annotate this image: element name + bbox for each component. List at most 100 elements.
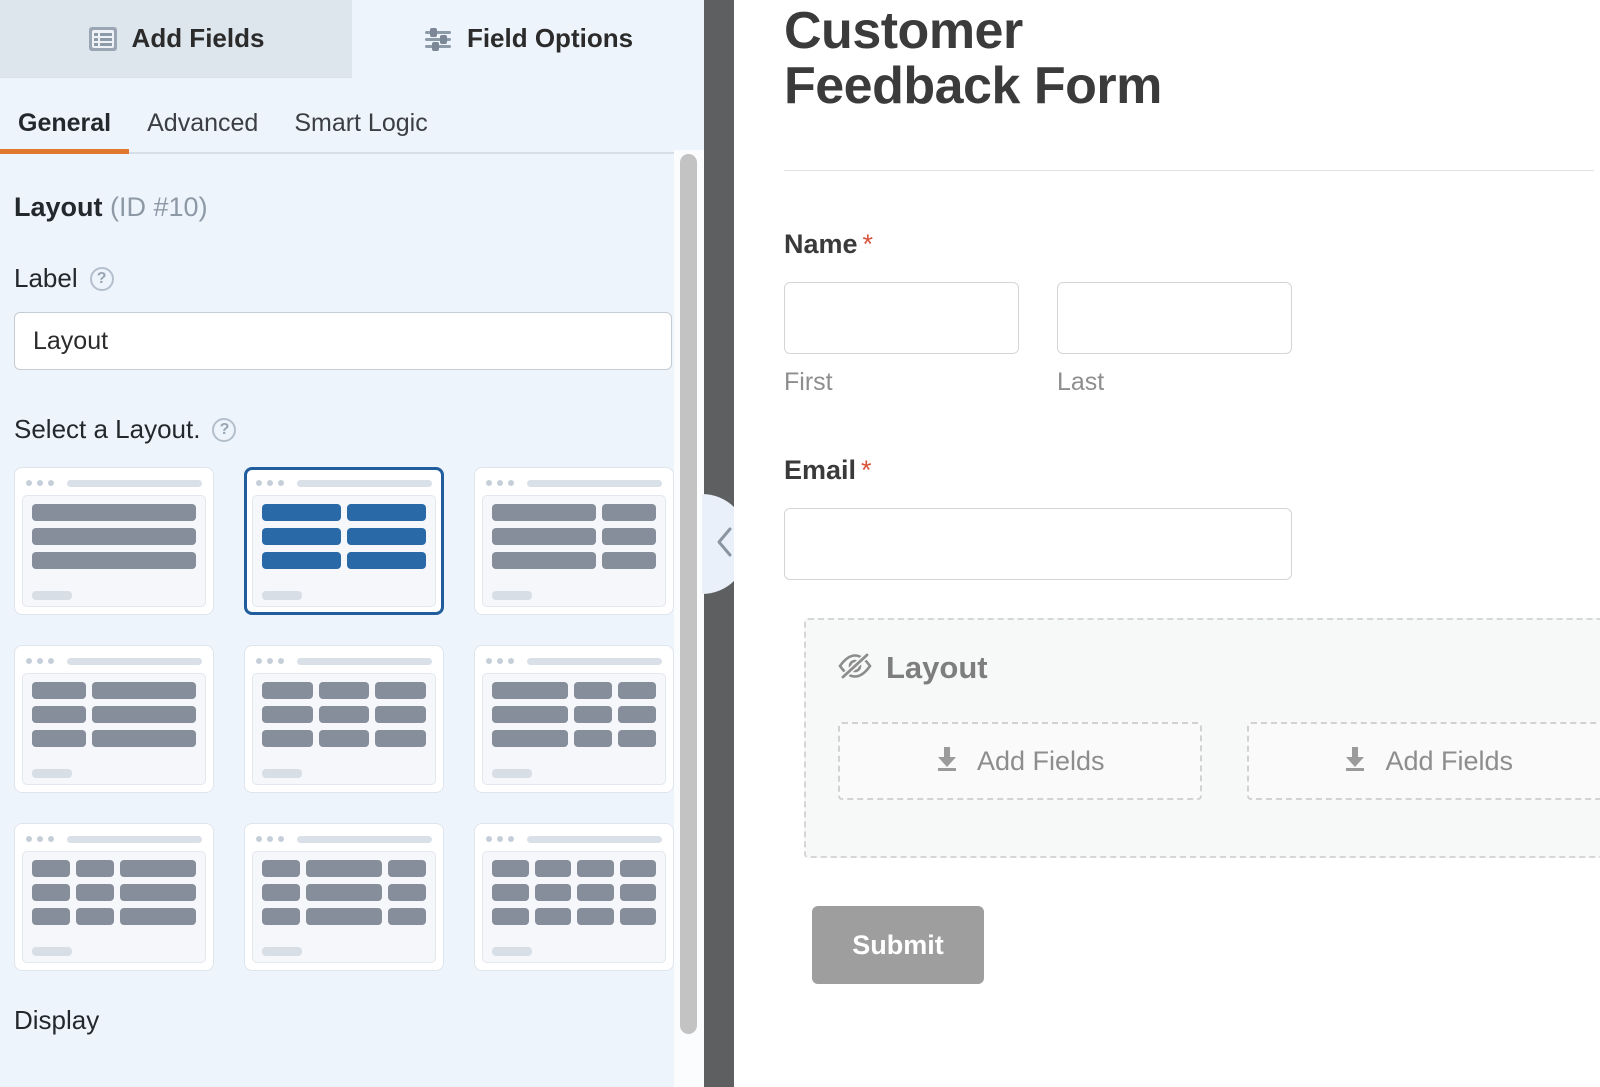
preview-field-name[interactable]: Name * First Last bbox=[784, 229, 1600, 397]
thumb-canvas bbox=[22, 673, 206, 785]
layout-option-two-columns-wide-narrow[interactable] bbox=[474, 467, 674, 615]
thumb-cell bbox=[618, 706, 656, 723]
layout-field-dropzone[interactable]: Layout Add Fields Add Fields bbox=[804, 618, 1600, 859]
thumb-titlebar bbox=[22, 475, 206, 491]
help-icon[interactable]: ? bbox=[89, 266, 114, 291]
thumb-dot bbox=[48, 836, 54, 842]
layout-option-two-columns-narrow-wide[interactable] bbox=[14, 645, 214, 793]
thumb-cell bbox=[619, 884, 656, 901]
thumb-dot bbox=[486, 480, 492, 486]
panel-scrollbar[interactable] bbox=[674, 150, 704, 1087]
thumb-row bbox=[32, 504, 196, 521]
thumb-cell bbox=[375, 706, 427, 723]
thumb-dot bbox=[267, 836, 273, 842]
thumb-titlebar bbox=[22, 831, 206, 847]
thumb-row bbox=[32, 528, 196, 545]
thumb-cell bbox=[262, 504, 341, 521]
preview-field-email[interactable]: Email * bbox=[784, 455, 1600, 581]
layout-column-1-add-fields[interactable]: Add Fields bbox=[838, 722, 1202, 801]
thumb-cell bbox=[618, 682, 656, 699]
thumb-cell bbox=[574, 706, 612, 723]
first-name-sublabel: First bbox=[784, 368, 833, 397]
thumb-row bbox=[32, 860, 196, 877]
thumb-dot bbox=[26, 836, 32, 842]
sub-tab-advanced[interactable]: Advanced bbox=[129, 109, 276, 154]
thumb-dot bbox=[48, 480, 54, 486]
layout-option-three-columns-wide-last[interactable] bbox=[14, 823, 214, 971]
tab-field-options[interactable]: Field Options bbox=[352, 0, 704, 78]
thumb-cell bbox=[120, 860, 196, 877]
thumb-canvas bbox=[482, 673, 666, 785]
email-label-wrap: Email * bbox=[784, 455, 1600, 486]
name-inputs bbox=[784, 282, 1600, 355]
label-setting-text: Label bbox=[14, 263, 78, 293]
thumb-dot bbox=[267, 480, 273, 486]
tab-add-fields[interactable]: Add Fields bbox=[0, 0, 352, 78]
thumb-cell bbox=[534, 884, 571, 901]
thumb-cell bbox=[91, 682, 196, 699]
thumb-submit-placeholder bbox=[492, 591, 532, 600]
submit-button[interactable]: Submit bbox=[812, 906, 984, 985]
layout-option-two-columns-equal[interactable] bbox=[244, 467, 444, 615]
thumb-cell bbox=[32, 528, 196, 545]
thumb-row bbox=[492, 706, 656, 723]
thumb-cell bbox=[262, 908, 300, 925]
thumb-titlebar bbox=[22, 653, 206, 669]
panel-divider bbox=[702, 0, 748, 1087]
sub-tab-general[interactable]: General bbox=[0, 109, 130, 154]
layout-option-three-columns-wide-middle[interactable] bbox=[244, 823, 444, 971]
name-label-wrap: Name * bbox=[784, 229, 1600, 260]
thumb-dot bbox=[256, 658, 262, 664]
layout-option-three-columns-wide-first[interactable] bbox=[474, 645, 674, 793]
help-icon[interactable]: ? bbox=[212, 417, 237, 442]
required-marker: * bbox=[861, 455, 872, 486]
thumb-submit-placeholder bbox=[262, 769, 302, 778]
thumb-cell bbox=[388, 860, 426, 877]
thumb-dot bbox=[26, 658, 32, 664]
thumb-cell bbox=[32, 908, 70, 925]
thumb-cell bbox=[577, 860, 614, 877]
first-name-input[interactable] bbox=[784, 282, 1019, 355]
thumb-cell bbox=[577, 908, 614, 925]
label-setting-label: Label ? bbox=[14, 263, 674, 294]
thumb-dot bbox=[497, 658, 503, 664]
thumb-cell bbox=[388, 884, 426, 901]
thumb-cell bbox=[602, 504, 656, 521]
thumb-dot bbox=[256, 836, 262, 842]
thumb-row bbox=[32, 884, 196, 901]
panel-scrollbar-thumb[interactable] bbox=[680, 154, 697, 1034]
layout-option-four-columns-equal[interactable] bbox=[474, 823, 674, 971]
thumb-row bbox=[492, 730, 656, 747]
thumb-cell bbox=[32, 552, 196, 569]
thumb-addressbar bbox=[297, 479, 432, 487]
last-name-input[interactable] bbox=[1057, 282, 1292, 355]
thumb-cell bbox=[375, 730, 427, 747]
thumb-canvas bbox=[252, 851, 436, 963]
thumb-cell bbox=[388, 908, 426, 925]
layout-option-three-columns-equal[interactable] bbox=[244, 645, 444, 793]
thumb-row bbox=[492, 682, 656, 699]
thumb-cell bbox=[574, 730, 612, 747]
download-icon bbox=[935, 745, 959, 778]
thumb-cell bbox=[76, 860, 114, 877]
thumb-cell bbox=[262, 884, 300, 901]
thumb-dot bbox=[37, 836, 43, 842]
form-builder-app: Add Fields Field Options General Advance… bbox=[0, 0, 1600, 1087]
thumb-row bbox=[262, 908, 426, 925]
layout-column-2-add-fields[interactable]: Add Fields bbox=[1246, 722, 1600, 801]
thumb-cell bbox=[262, 706, 313, 723]
layout-option-one-column[interactable] bbox=[14, 467, 214, 615]
field-heading-name: Layout bbox=[14, 192, 103, 222]
thumb-row bbox=[492, 552, 656, 569]
email-input[interactable] bbox=[784, 508, 1292, 581]
label-input[interactable] bbox=[14, 312, 672, 370]
thumb-cell bbox=[492, 528, 597, 545]
thumb-cell bbox=[120, 884, 196, 901]
sub-tab-smart-logic[interactable]: Smart Logic bbox=[276, 109, 445, 154]
thumb-dot bbox=[497, 480, 503, 486]
thumb-cell bbox=[262, 528, 341, 545]
thumb-cell bbox=[534, 908, 571, 925]
thumb-cell bbox=[347, 528, 426, 545]
thumb-canvas bbox=[252, 673, 436, 785]
thumb-row bbox=[262, 730, 427, 747]
